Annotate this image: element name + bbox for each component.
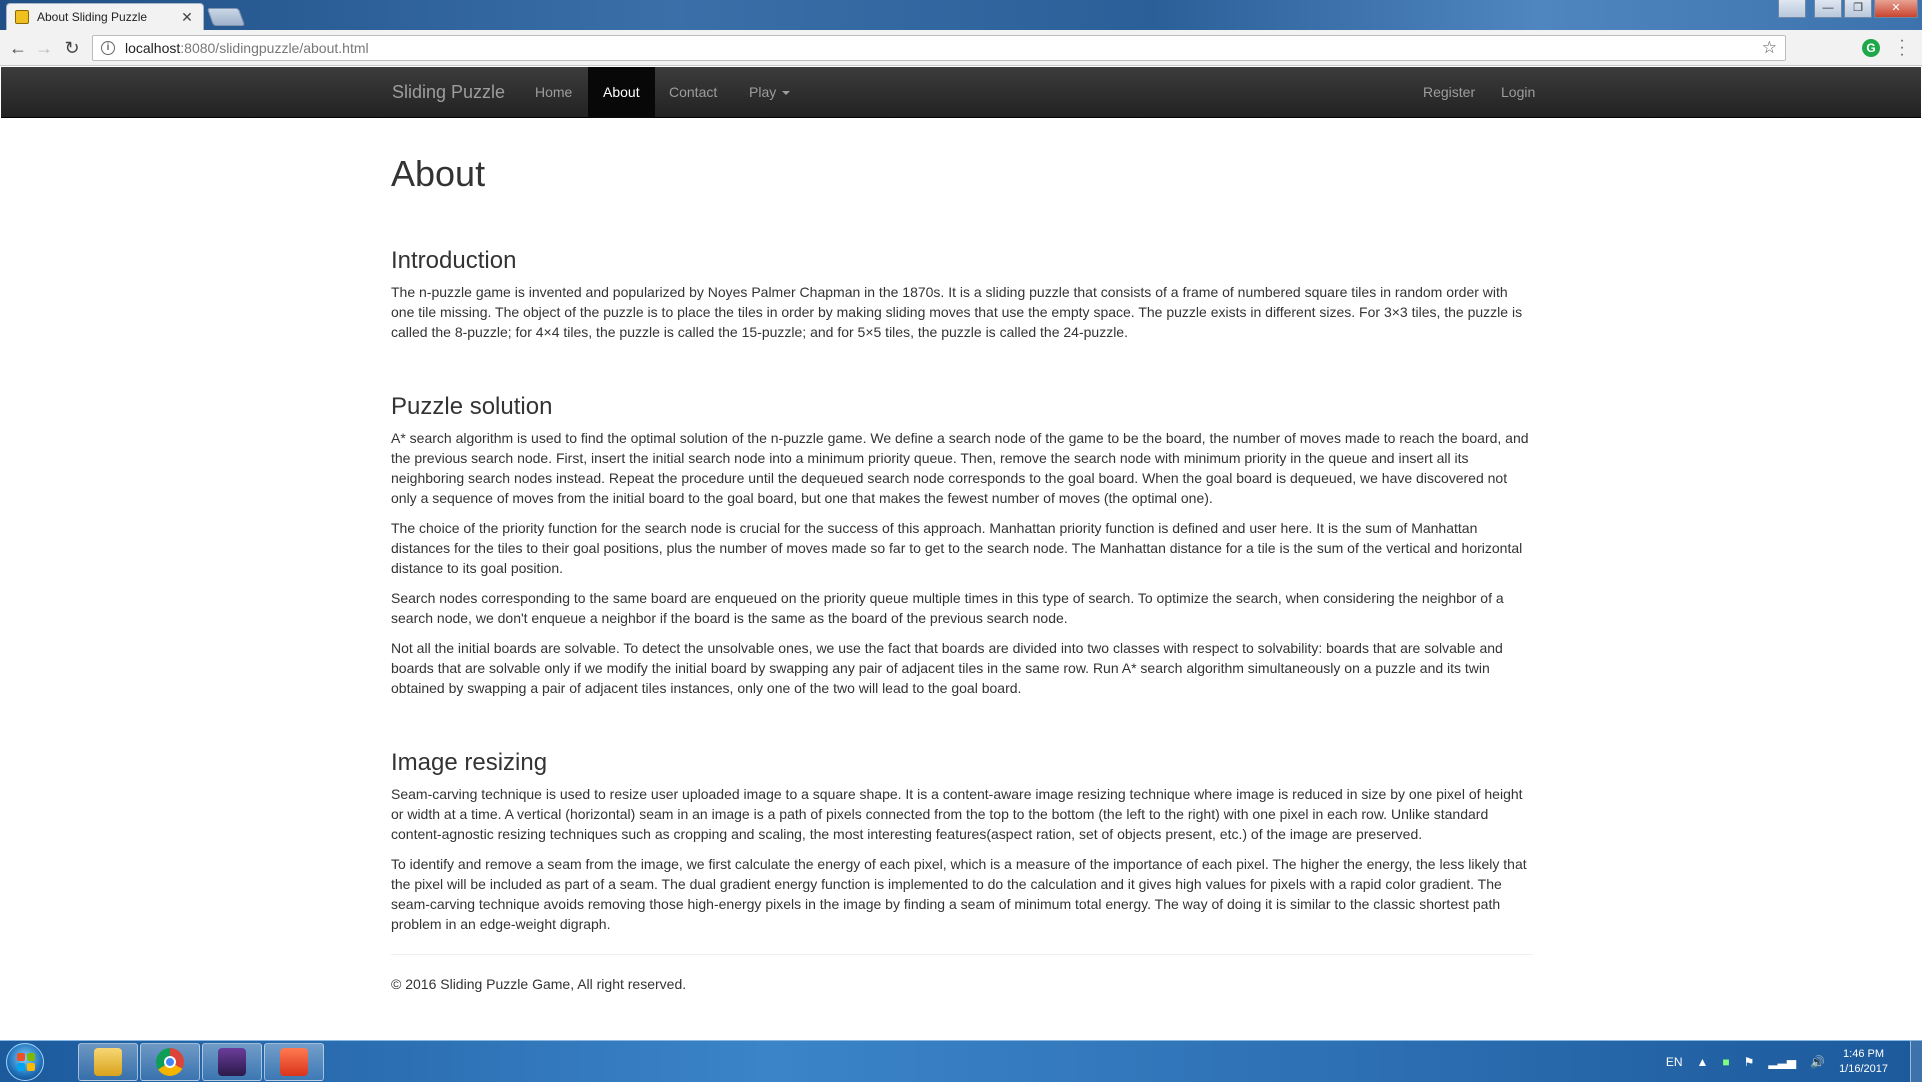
system-tray: EN ▲ ■ ⚑ ▂▃▅ 🔊 1:46 PM 1/16/2017 (1666, 1041, 1922, 1082)
forward-arrow-icon[interactable]: → (32, 36, 56, 60)
address-bar[interactable]: i localhost:8080/slidingpuzzle/about.htm… (92, 35, 1786, 61)
reload-icon[interactable]: ↻ (60, 36, 84, 60)
footer-copyright: © 2016 Sliding Puzzle Game, All right re… (391, 976, 687, 992)
taskbar-file-explorer[interactable] (78, 1043, 138, 1081)
url-host: localhost (125, 40, 181, 56)
tab-title: About Sliding Puzzle (37, 10, 148, 24)
browser-toolbar: ← → ↻ i localhost:8080/slidingpuzzle/abo… (0, 30, 1922, 66)
network-signal-icon[interactable]: ▂▃▅ (1768, 1055, 1796, 1069)
browser-tab[interactable]: About Sliding Puzzle ✕ (6, 3, 204, 30)
window-controls: — ❐ ✕ (1778, 0, 1918, 18)
windows-logo-icon (17, 1053, 35, 1071)
extension-icon[interactable]: G (1862, 39, 1880, 57)
folder-icon (94, 1048, 122, 1076)
navbar-container: Sliding Puzzle Home About Contact Play R… (378, 67, 1548, 118)
brand-link[interactable]: Sliding Puzzle (392, 82, 505, 103)
solution-paragraph-1: A* search algorithm is used to find the … (391, 430, 1529, 506)
intro-paragraph: The n-puzzle game is invented and popula… (391, 284, 1523, 340)
nav-home[interactable]: Home (520, 67, 587, 118)
nav-contact[interactable]: Contact (654, 67, 732, 118)
intro-heading: Introduction (391, 247, 517, 274)
action-center-flag-icon[interactable]: ⚑ (1744, 1055, 1755, 1069)
browser-menu-icon[interactable]: · · · (1896, 33, 1908, 63)
solution-heading: Puzzle solution (391, 393, 553, 420)
resizing-paragraph-2: To identify and remove a seam from the i… (391, 856, 1527, 932)
windows-taskbar: EN ▲ ■ ⚑ ▂▃▅ 🔊 1:46 PM 1/16/2017 (0, 1040, 1922, 1082)
close-tab-icon[interactable]: ✕ (179, 9, 195, 26)
nav-play-dropdown[interactable]: Play (734, 67, 805, 118)
close-window-button[interactable]: ✕ (1874, 0, 1918, 18)
site-favicon-icon (15, 10, 29, 24)
volume-icon[interactable]: 🔊 (1810, 1055, 1825, 1069)
show-hidden-icons-icon[interactable]: ▲ (1697, 1055, 1709, 1069)
nav-register[interactable]: Register (1408, 67, 1490, 118)
nav-about[interactable]: About (588, 67, 655, 118)
minimize-button[interactable]: — (1814, 0, 1842, 18)
solution-paragraph-3: Search nodes corresponding to the same b… (391, 590, 1504, 626)
start-button[interactable] (6, 1043, 44, 1081)
restore-button[interactable]: ❐ (1844, 0, 1872, 18)
resizing-heading: Image resizing (391, 749, 548, 776)
taskbar-chrome[interactable] (140, 1043, 200, 1081)
new-tab-button[interactable] (206, 8, 246, 26)
language-indicator[interactable]: EN (1666, 1055, 1683, 1069)
clock[interactable]: 1:46 PM 1/16/2017 (1839, 1047, 1888, 1077)
browser-tabstrip: About Sliding Puzzle ✕ — ❐ ✕ (0, 0, 1922, 30)
site-navbar: Sliding Puzzle Home About Contact Play R… (1, 67, 1921, 118)
chrome-icon (156, 1048, 184, 1076)
taskbar-ide[interactable] (202, 1043, 262, 1081)
nav-play-label: Play (749, 84, 777, 100)
show-desktop-button[interactable] (1910, 1041, 1922, 1082)
clock-date: 1/16/2017 (1839, 1063, 1888, 1075)
ide-icon (218, 1048, 246, 1076)
info-icon[interactable]: i (101, 41, 115, 55)
nav-login[interactable]: Login (1486, 67, 1550, 118)
presentation-icon (280, 1048, 308, 1076)
footer-divider (391, 954, 1533, 955)
page-title: About (391, 153, 486, 194)
caret-down-icon (782, 91, 791, 96)
app-tray-icon[interactable]: ■ (1722, 1055, 1729, 1069)
solution-paragraph-4: Not all the initial boards are solvable.… (391, 640, 1503, 696)
user-profile-button[interactable] (1778, 0, 1806, 18)
taskbar-presentation[interactable] (264, 1043, 324, 1081)
solution-paragraph-2: The choice of the priority function for … (391, 520, 1523, 576)
bookmark-star-icon[interactable]: ☆ (1762, 38, 1777, 58)
back-arrow-icon[interactable]: ← (6, 36, 30, 60)
clock-time: 1:46 PM (1843, 1048, 1885, 1060)
resizing-paragraph-1: Seam-carving technique is used to resize… (391, 786, 1523, 842)
url-path: :8080/slidingpuzzle/about.html (180, 40, 369, 56)
